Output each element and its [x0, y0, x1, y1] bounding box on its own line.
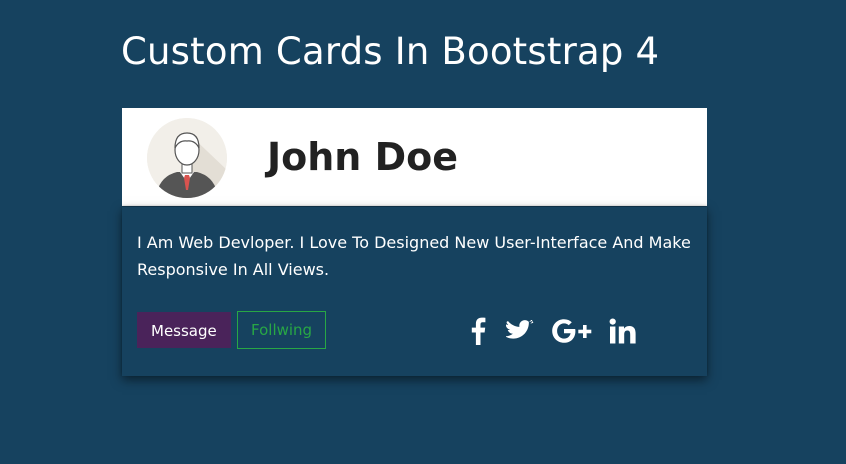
card-header: John Doe [122, 108, 707, 206]
card-body: I Am Web Devloper. I Love To Designed Ne… [122, 207, 707, 376]
profile-bio: I Am Web Devloper. I Love To Designed Ne… [137, 233, 691, 279]
twitter-icon[interactable] [505, 315, 535, 347]
google-plus-icon[interactable] [550, 315, 594, 347]
page-title: Custom Cards In Bootstrap 4 [121, 30, 660, 73]
following-button[interactable]: Follwing [237, 311, 327, 349]
user-avatar-icon [147, 118, 227, 198]
facebook-icon[interactable] [467, 315, 489, 347]
profile-name: John Doe [267, 135, 459, 179]
profile-card: John Doe I Am Web Devloper. I Love To De… [122, 108, 707, 376]
message-button[interactable]: Message [137, 312, 231, 348]
linkedin-icon[interactable] [608, 315, 638, 347]
